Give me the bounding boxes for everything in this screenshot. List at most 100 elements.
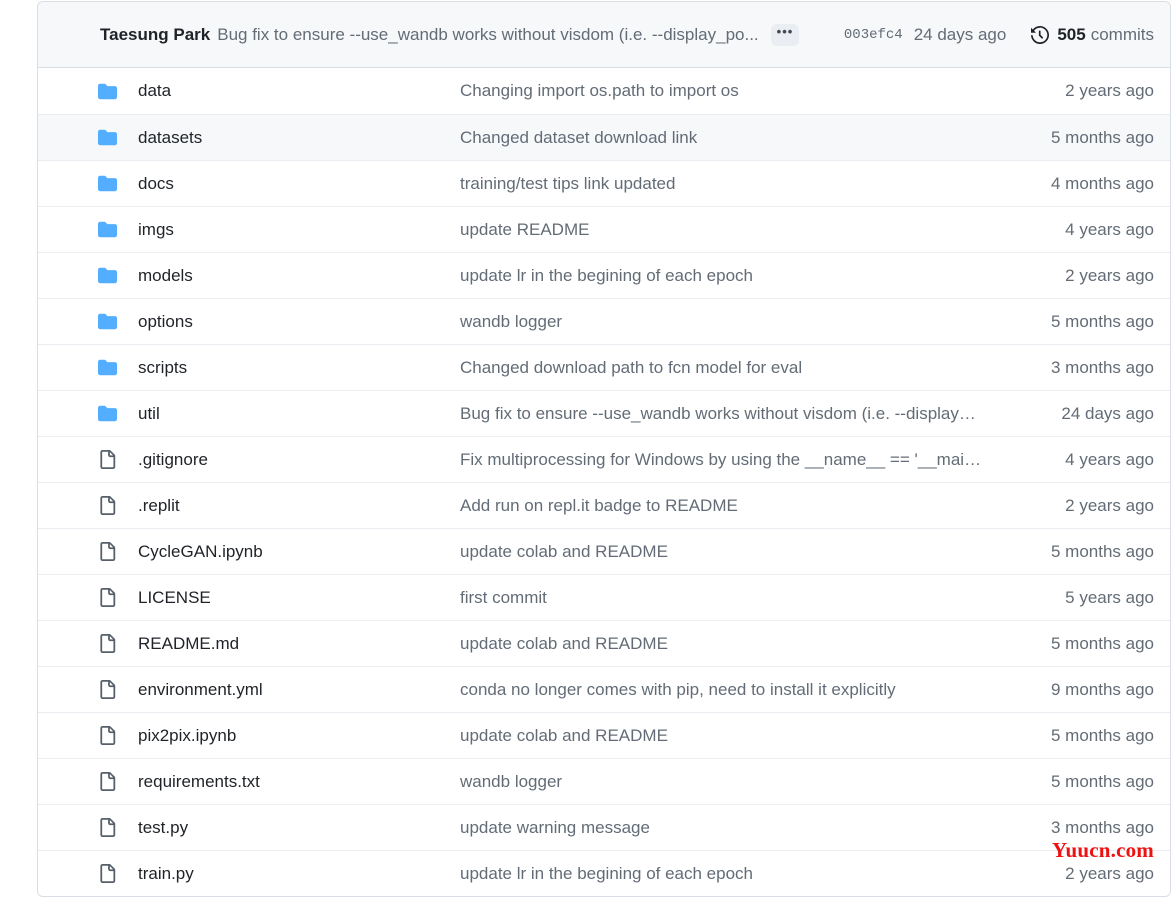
file-name-link[interactable]: scripts bbox=[138, 358, 460, 378]
file-name-link[interactable]: .replit bbox=[138, 496, 460, 516]
file-commit-time: 4 months ago bbox=[1050, 173, 1154, 193]
commit-author[interactable]: Taesung Park bbox=[100, 25, 210, 45]
commits-history-link[interactable]: 505 commits bbox=[1031, 25, 1154, 45]
row-icon-cell bbox=[38, 726, 138, 745]
file-icon bbox=[98, 450, 117, 469]
folder-icon bbox=[98, 358, 117, 377]
commits-label: commits bbox=[1090, 24, 1154, 44]
file-commit-time: 24 days ago bbox=[1061, 403, 1154, 423]
file-commit-message-link[interactable]: Changed dataset download link bbox=[460, 128, 1004, 148]
latest-commit-header: Taesung Park Bug fix to ensure --use_wan… bbox=[38, 2, 1170, 68]
history-clock-icon bbox=[1031, 25, 1050, 44]
file-commit-time: 2 years ago bbox=[1065, 265, 1154, 285]
file-commit-message-link[interactable]: update colab and README bbox=[460, 726, 1004, 746]
file-commit-message-link[interactable]: Add run on repl.it badge to README bbox=[460, 496, 1004, 516]
file-icon bbox=[98, 726, 117, 745]
table-row-scripts[interactable]: scripts Changed download path to fcn mod… bbox=[38, 344, 1170, 390]
commit-sha[interactable]: 003efc4 bbox=[844, 27, 903, 43]
file-icon bbox=[98, 634, 117, 653]
folder-icon bbox=[98, 220, 117, 239]
row-icon-cell bbox=[38, 82, 138, 101]
file-name-link[interactable]: environment.yml bbox=[138, 680, 460, 700]
file-commit-time: 5 months ago bbox=[1050, 725, 1154, 745]
table-row-replit[interactable]: .replit Add run on repl.it badge to READ… bbox=[38, 482, 1170, 528]
file-commit-time: 9 months ago bbox=[1050, 679, 1154, 699]
file-commit-time: 4 years ago bbox=[1065, 449, 1154, 469]
file-commit-time: 5 years ago bbox=[1065, 587, 1154, 607]
file-commit-message-link[interactable]: wandb logger bbox=[460, 772, 1004, 792]
file-name-link[interactable]: test.py bbox=[138, 818, 460, 838]
file-commit-time: 4 years ago bbox=[1065, 219, 1154, 239]
file-commit-message-link[interactable]: first commit bbox=[460, 588, 1004, 608]
table-row-options[interactable]: options wandb logger 5 months ago bbox=[38, 298, 1170, 344]
file-commit-time: 2 years ago bbox=[1065, 495, 1154, 515]
row-icon-cell bbox=[38, 634, 138, 653]
file-name-link[interactable]: util bbox=[138, 404, 460, 424]
row-icon-cell bbox=[38, 312, 138, 331]
expand-commit-message-button[interactable]: ••• bbox=[770, 23, 800, 46]
row-icon-cell bbox=[38, 864, 138, 883]
file-name-link[interactable]: README.md bbox=[138, 634, 460, 654]
file-icon bbox=[98, 680, 117, 699]
file-commit-message-link[interactable]: training/test tips link updated bbox=[460, 174, 1004, 194]
file-icon bbox=[98, 864, 117, 883]
row-icon-cell bbox=[38, 542, 138, 561]
file-name-link[interactable]: models bbox=[138, 266, 460, 286]
folder-icon bbox=[98, 174, 117, 193]
file-name-link[interactable]: requirements.txt bbox=[138, 772, 460, 792]
file-icon bbox=[98, 496, 117, 515]
table-row-imgs[interactable]: imgs update README 4 years ago bbox=[38, 206, 1170, 252]
file-name-link[interactable]: imgs bbox=[138, 220, 460, 240]
file-commit-message-link[interactable]: Fix multiprocessing for Windows by using… bbox=[460, 450, 1004, 470]
file-name-link[interactable]: datasets bbox=[138, 128, 460, 148]
row-icon-cell bbox=[38, 266, 138, 285]
folder-icon bbox=[98, 82, 117, 101]
folder-icon bbox=[98, 128, 117, 147]
file-name-link[interactable]: data bbox=[138, 81, 460, 101]
file-name-link[interactable]: CycleGAN.ipynb bbox=[138, 542, 460, 562]
table-row-docs[interactable]: docs training/test tips link updated 4 m… bbox=[38, 160, 1170, 206]
table-row-data[interactable]: data Changing import os.path to import o… bbox=[38, 68, 1170, 114]
row-icon-cell bbox=[38, 128, 138, 147]
file-name-link[interactable]: .gitignore bbox=[138, 450, 460, 470]
table-row-util[interactable]: util Bug fix to ensure --use_wandb works… bbox=[38, 390, 1170, 436]
file-commit-message-link[interactable]: update colab and README bbox=[460, 542, 1004, 562]
file-name-link[interactable]: options bbox=[138, 312, 460, 332]
table-row-license[interactable]: LICENSE first commit 5 years ago bbox=[38, 574, 1170, 620]
table-row-train-py[interactable]: train.py update lr in the begining of ea… bbox=[38, 850, 1170, 896]
table-row-gitignore[interactable]: .gitignore Fix multiprocessing for Windo… bbox=[38, 436, 1170, 482]
table-row-readme-md[interactable]: README.md update colab and README 5 mont… bbox=[38, 620, 1170, 666]
file-commit-time: 2 years ago bbox=[1065, 81, 1154, 100]
row-icon-cell bbox=[38, 496, 138, 515]
file-commit-time: 3 months ago bbox=[1050, 817, 1154, 837]
file-name-link[interactable]: pix2pix.ipynb bbox=[138, 726, 460, 746]
file-commit-message-link[interactable]: update lr in the begining of each epoch bbox=[460, 266, 1004, 286]
file-commit-message-link[interactable]: update warning message bbox=[460, 818, 1004, 838]
file-commit-message-link[interactable]: conda no longer comes with pip, need to … bbox=[460, 680, 1004, 700]
file-name-link[interactable]: train.py bbox=[138, 864, 460, 884]
table-row-datasets[interactable]: datasets Changed dataset download link 5… bbox=[38, 114, 1170, 160]
table-row-pix2pix-ipynb[interactable]: pix2pix.ipynb update colab and README 5 … bbox=[38, 712, 1170, 758]
table-row-test-py[interactable]: test.py update warning message 3 months … bbox=[38, 804, 1170, 850]
commit-message[interactable]: Bug fix to ensure --use_wandb works with… bbox=[217, 25, 758, 45]
file-commit-time: 2 years ago bbox=[1065, 863, 1154, 883]
file-commit-message-link[interactable]: Changed download path to fcn model for e… bbox=[460, 358, 1004, 378]
table-row-environment-yml[interactable]: environment.yml conda no longer comes wi… bbox=[38, 666, 1170, 712]
table-row-models[interactable]: models update lr in the begining of each… bbox=[38, 252, 1170, 298]
file-commit-message-link[interactable]: wandb logger bbox=[460, 312, 1004, 332]
file-commit-message-link[interactable]: update colab and README bbox=[460, 634, 1004, 654]
file-name-link[interactable]: docs bbox=[138, 174, 460, 194]
file-commit-time: 3 months ago bbox=[1050, 357, 1154, 377]
file-list: data Changing import os.path to import o… bbox=[38, 68, 1170, 896]
file-commit-message-link[interactable]: update lr in the begining of each epoch bbox=[460, 864, 1004, 884]
table-row-requirements-txt[interactable]: requirements.txt wandb logger 5 months a… bbox=[38, 758, 1170, 804]
file-commit-message-link[interactable]: Changing import os.path to import os bbox=[460, 81, 1004, 101]
file-commit-message-link[interactable]: update README bbox=[460, 220, 1004, 240]
file-icon bbox=[98, 588, 117, 607]
table-row-cyclegan-ipynb[interactable]: CycleGAN.ipynb update colab and README 5… bbox=[38, 528, 1170, 574]
row-icon-cell bbox=[38, 358, 138, 377]
file-commit-message-link[interactable]: Bug fix to ensure --use_wandb works with… bbox=[460, 404, 1004, 424]
file-name-link[interactable]: LICENSE bbox=[138, 588, 460, 608]
repository-file-table: Taesung Park Bug fix to ensure --use_wan… bbox=[37, 1, 1171, 897]
row-icon-cell bbox=[38, 818, 138, 837]
